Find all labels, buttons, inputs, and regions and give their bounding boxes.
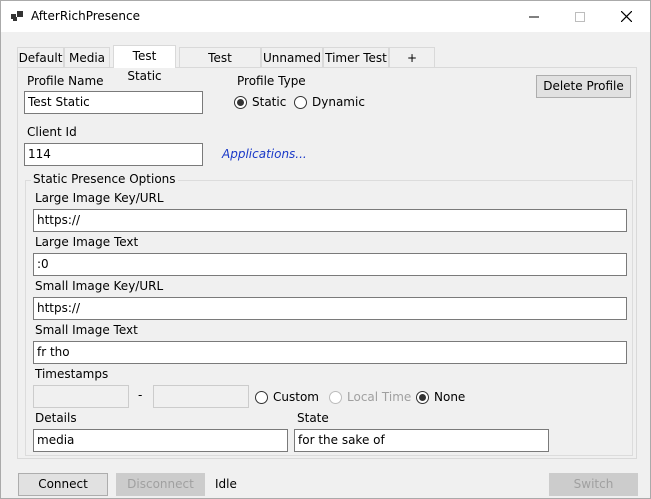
connect-button[interactable]: Connect xyxy=(18,473,108,496)
switch-button[interactable]: Switch xyxy=(549,473,638,496)
client-id-label: Client Id xyxy=(27,125,77,139)
timestamps-local-time-label[interactable]: Local Time xyxy=(347,390,411,404)
profile-type-dynamic-radio[interactable] xyxy=(294,96,307,109)
timestamp-separator: - xyxy=(138,388,143,402)
static-presence-options-title: Static Presence Options xyxy=(31,172,178,186)
large-image-text-label: Large Image Text xyxy=(35,235,139,249)
details-label: Details xyxy=(35,411,77,425)
profile-name-input[interactable]: Test Static xyxy=(24,91,203,114)
small-image-key-label: Small Image Key/URL xyxy=(35,279,164,293)
tab-media[interactable]: Media xyxy=(64,47,110,67)
close-icon xyxy=(620,11,632,22)
small-image-text-input[interactable]: fr tho xyxy=(33,341,627,364)
profile-type-static-label[interactable]: Static xyxy=(252,95,286,109)
minimize-icon xyxy=(529,16,539,17)
disconnect-button[interactable]: Disconnect xyxy=(116,473,205,496)
large-image-key-label: Large Image Key/URL xyxy=(35,191,164,205)
timestamps-local-time-radio[interactable] xyxy=(329,391,342,404)
timestamps-custom-label[interactable]: Custom xyxy=(273,390,319,404)
large-image-text-input[interactable]: :0 xyxy=(33,253,627,276)
profile-name-label: Profile Name xyxy=(27,74,104,88)
profile-type-label: Profile Type xyxy=(237,74,306,88)
close-button[interactable] xyxy=(603,1,649,32)
tab-test-dynamic[interactable]: Test Dynamic xyxy=(179,47,261,85)
connection-status: Idle xyxy=(215,477,237,491)
tab-unnamed[interactable]: Unnamed xyxy=(261,47,323,67)
app-icon xyxy=(11,10,23,22)
timestamps-custom-radio[interactable] xyxy=(255,391,268,404)
small-image-text-label: Small Image Text xyxy=(35,323,138,337)
profile-type-static-radio[interactable] xyxy=(234,96,247,109)
client-id-input[interactable]: 114 xyxy=(24,143,203,166)
large-image-key-input[interactable]: https:// xyxy=(33,209,627,232)
timestamps-none-radio[interactable] xyxy=(416,391,429,404)
tab-add[interactable]: + xyxy=(389,47,435,67)
main-window: AfterRichPresence Default Media Test Sta… xyxy=(0,0,651,499)
timestamps-label: Timestamps xyxy=(35,367,109,381)
state-input[interactable]: for the sake of xyxy=(294,429,549,452)
timestamps-none-label[interactable]: None xyxy=(434,390,465,404)
timestamp-start-input[interactable] xyxy=(33,385,129,408)
tab-default[interactable]: Default xyxy=(17,47,64,67)
state-label: State xyxy=(297,411,329,425)
maximize-icon xyxy=(575,11,585,22)
details-input[interactable]: media xyxy=(33,429,288,452)
window-title: AfterRichPresence xyxy=(31,9,140,23)
delete-profile-button[interactable]: Delete Profile xyxy=(536,75,631,98)
profile-type-dynamic-label[interactable]: Dynamic xyxy=(312,95,365,109)
title-bar[interactable]: AfterRichPresence xyxy=(1,1,650,32)
timestamp-end-input[interactable] xyxy=(153,385,249,408)
minimize-button[interactable] xyxy=(511,1,557,32)
tab-timer-test[interactable]: Timer Test xyxy=(323,47,389,67)
applications-link[interactable]: Applications... xyxy=(222,147,307,161)
small-image-key-input[interactable]: https:// xyxy=(33,297,627,320)
maximize-button[interactable] xyxy=(557,1,603,32)
tab-test-static[interactable]: Test Static xyxy=(113,45,176,83)
